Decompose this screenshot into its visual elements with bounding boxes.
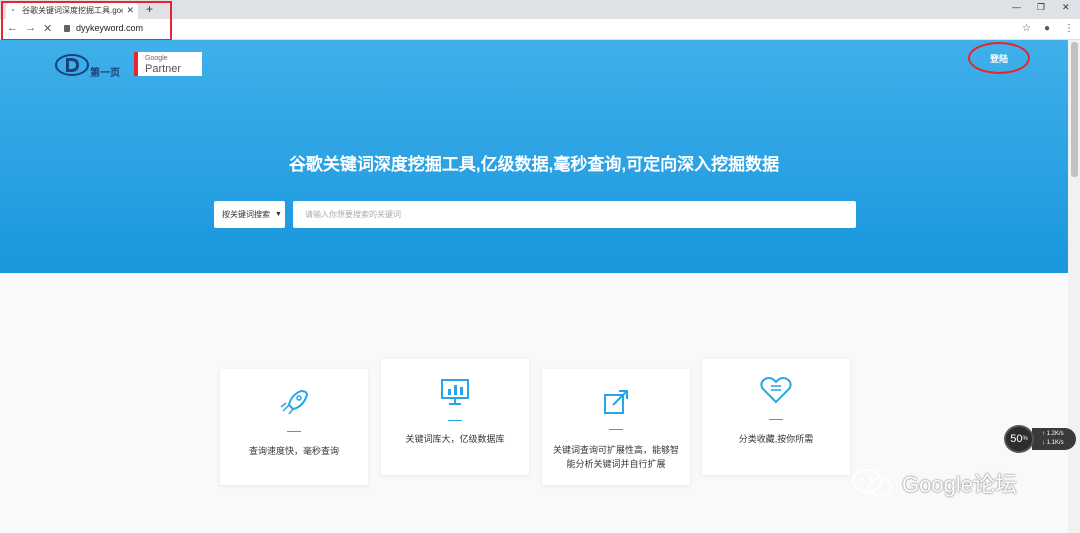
feature-text: 关键词查询可扩展性高，能够智能分析关键词并自行扩展 <box>552 445 679 469</box>
divider <box>287 431 301 432</box>
feature-card: 分类收藏,按你所需 <box>702 359 850 475</box>
logo-text: 第一页 <box>90 68 120 79</box>
divider <box>448 420 462 421</box>
expand-arrow-icon <box>604 390 628 414</box>
minimize-button[interactable]: — <box>1012 2 1021 12</box>
bookmark-star-icon[interactable]: ☆ <box>1022 23 1031 34</box>
maximize-button[interactable]: ❐ <box>1037 2 1045 13</box>
keyword-search-input[interactable] <box>293 201 856 228</box>
feature-card: 关键词查询可扩展性高，能够智能分析关键词并自行扩展 <box>542 369 690 485</box>
feature-text: 查询速度快，毫秒查询 <box>248 446 339 456</box>
rocket-icon <box>280 389 309 415</box>
speed-percent: 50% <box>1004 425 1034 453</box>
profile-icon[interactable]: ● <box>1044 23 1050 34</box>
scrollbar-thumb[interactable] <box>1071 42 1078 177</box>
divider <box>769 419 783 420</box>
search-type-select[interactable]: 按关键词搜索 ▼ <box>214 201 285 228</box>
login-button[interactable]: 登陆 <box>968 42 1030 74</box>
hero-headline: 谷歌关键词深度挖掘工具,亿级数据,毫秒查询,可定向深入挖掘数据 <box>288 155 780 174</box>
speed-readout: ↑ 1.2K/s ↓ 1.1K/s <box>1032 428 1076 450</box>
watermark: Google论坛 <box>850 467 1017 499</box>
heart-list-icon <box>760 377 792 404</box>
caret-down-icon: ▼ <box>275 211 282 218</box>
wechat-icon <box>852 469 892 497</box>
feature-card: 关键词库大，亿级数据库 <box>381 359 529 475</box>
chart-monitor-icon <box>441 379 469 405</box>
feature-card: 查询速度快，毫秒查询 <box>220 369 368 485</box>
close-window-button[interactable]: ✕ <box>1062 2 1070 13</box>
divider <box>609 429 623 430</box>
menu-icon[interactable]: ⋮ <box>1064 23 1074 34</box>
network-speed-widget[interactable]: ↑ 1.2K/s ↓ 1.1K/s 50% <box>1004 425 1076 453</box>
feature-text: 关键词库大，亿级数据库 <box>405 434 505 444</box>
highlight-box-tab <box>1 1 172 41</box>
feature-text: 分类收藏,按你所需 <box>738 434 814 444</box>
google-partner-badge: Google Partner <box>134 52 202 76</box>
